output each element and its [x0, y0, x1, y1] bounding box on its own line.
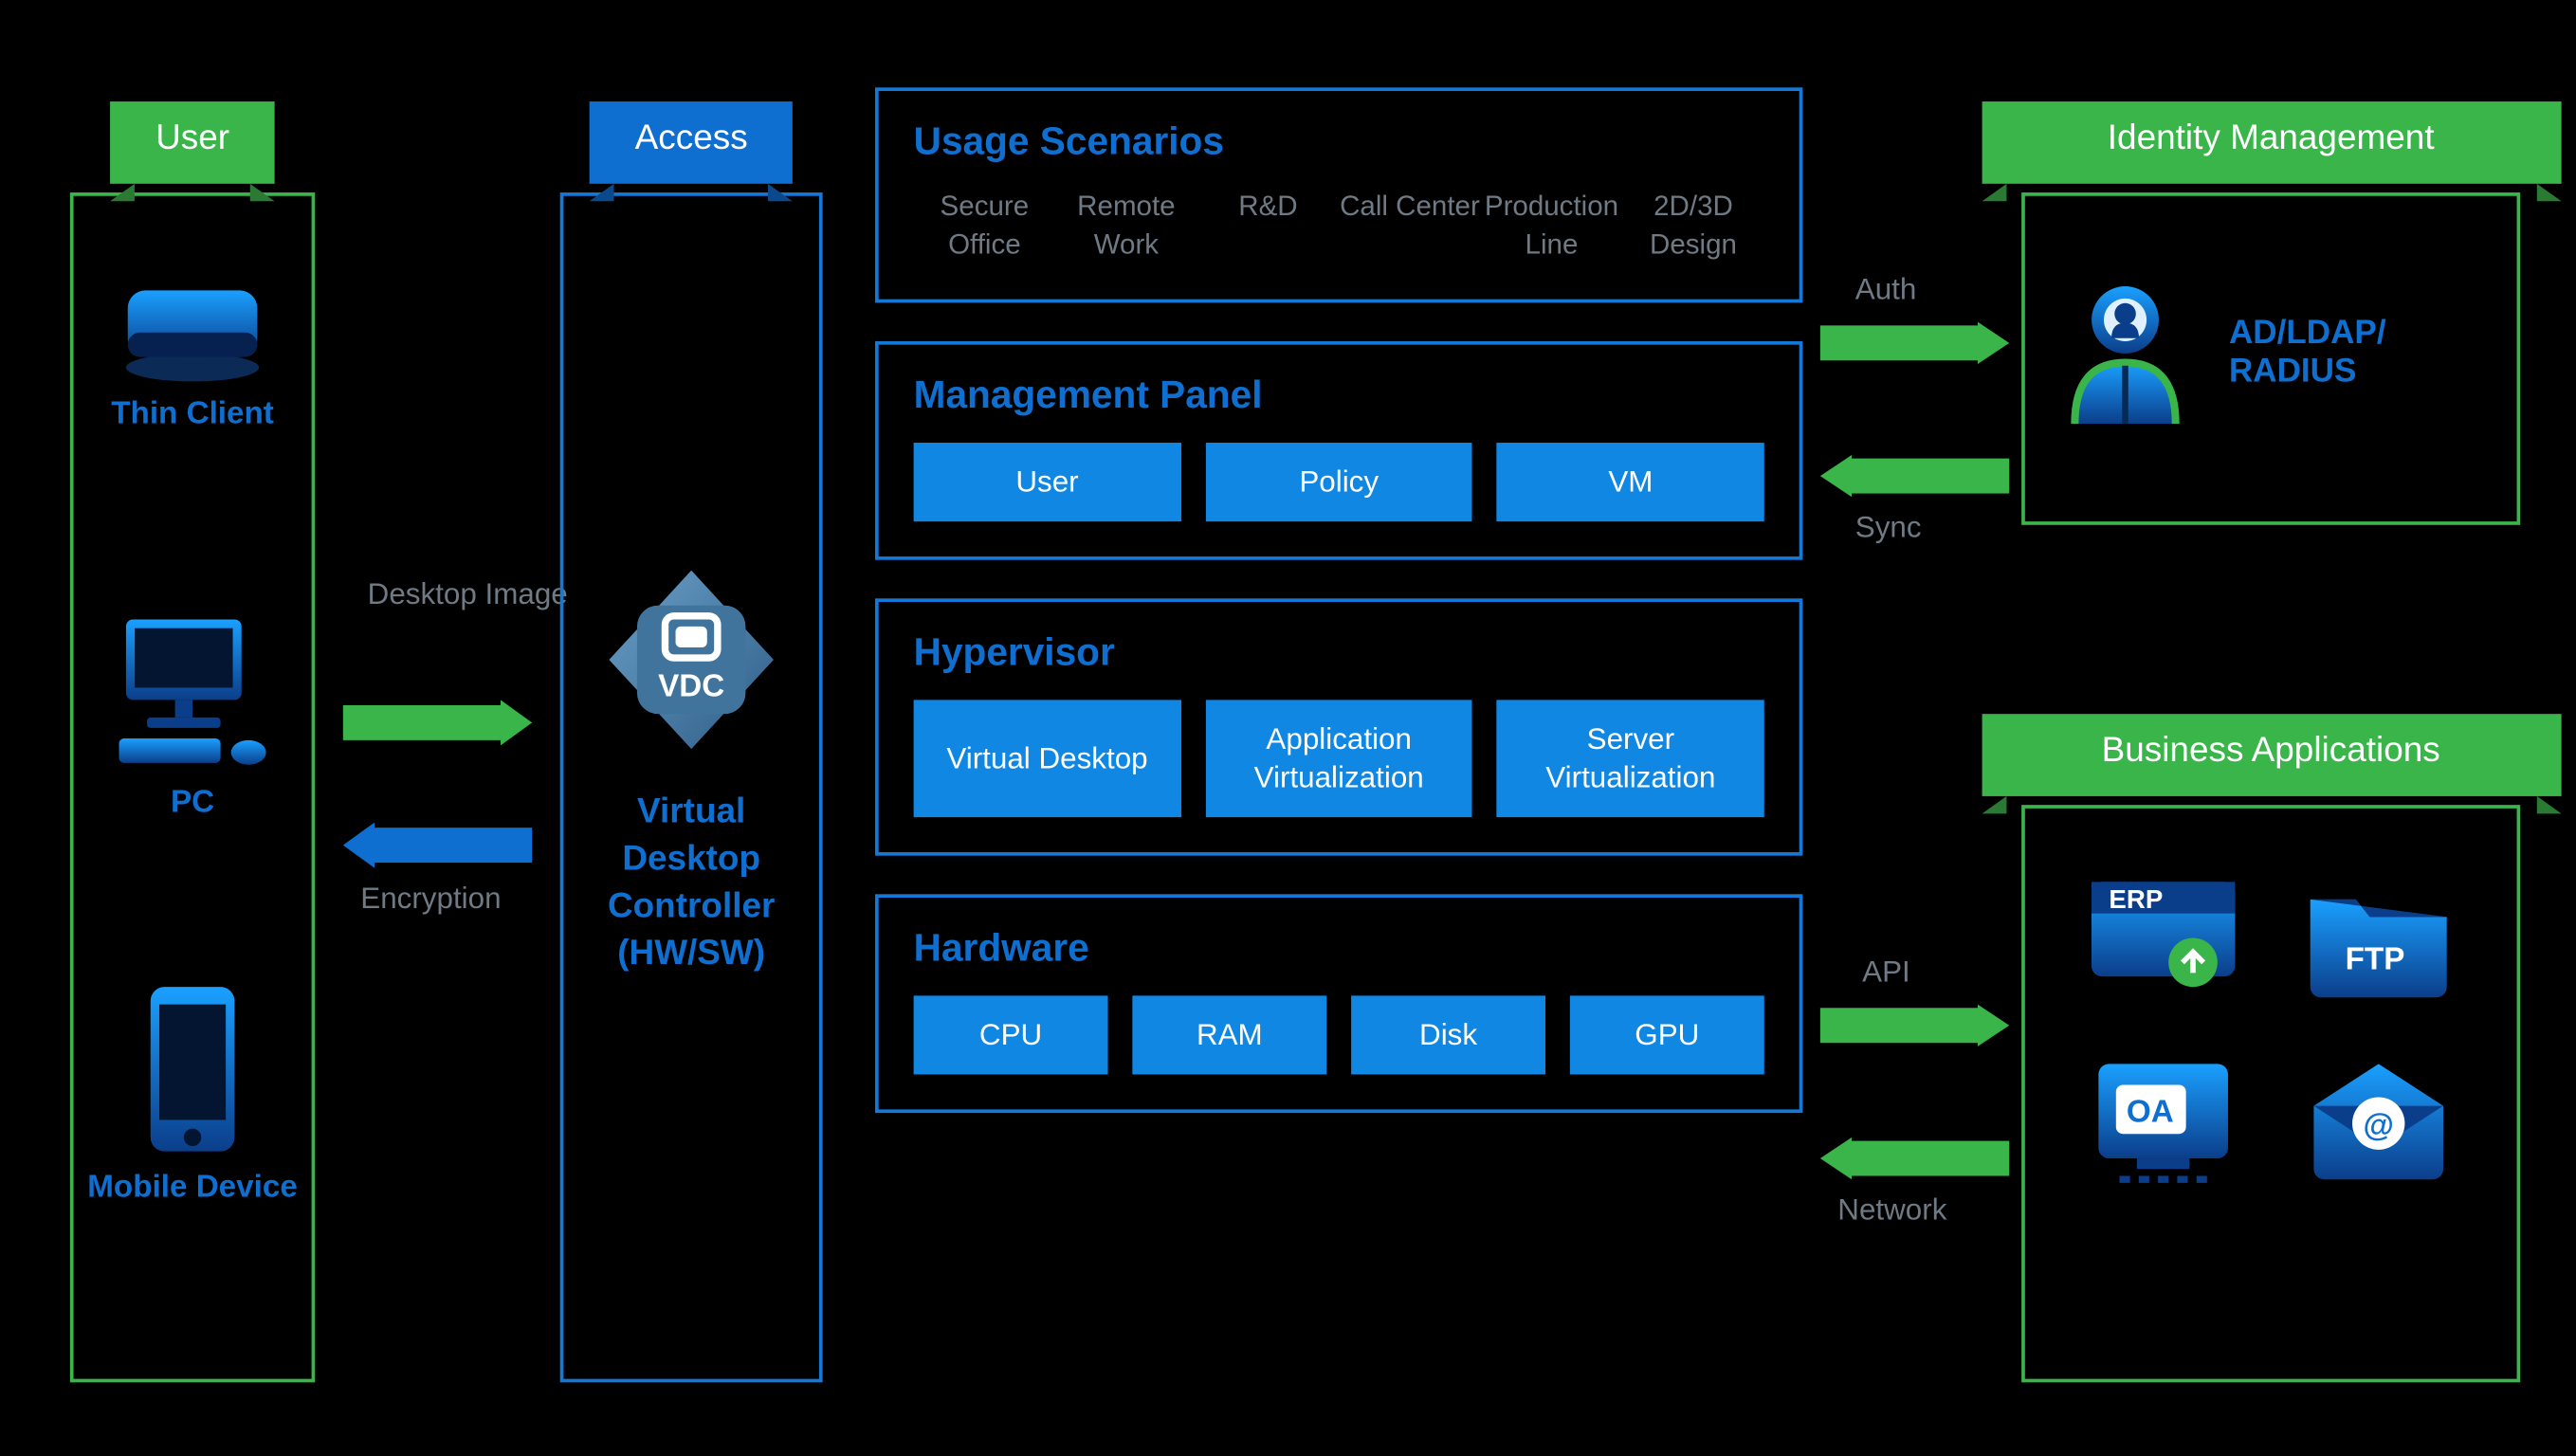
access-column: Access VDC Virtual Desktop Controller (H…: [560, 192, 823, 1382]
pc-item: PC: [74, 616, 312, 821]
network-label: Network: [1837, 1193, 1946, 1228]
vdc-label: Virtual Desktop Controller (HW/SW): [595, 790, 788, 978]
usage-item: 2D/3D Design: [1622, 189, 1764, 264]
hyp-chip-app: Application Virtualization: [1205, 701, 1472, 817]
access-header: Access: [590, 101, 794, 184]
management-panel: Management Panel User Policy VM: [875, 341, 1802, 560]
auth-arrow: [1820, 322, 2009, 364]
hardware-title: Hardware: [914, 925, 1764, 971]
usage-item: R&D: [1197, 189, 1340, 264]
idm-label: AD/LDAP/ RADIUS: [2229, 315, 2485, 391]
center-stack: Usage Scenarios Secure Office Remote Wor…: [875, 87, 1802, 1152]
oa-icon: OA: [2084, 1053, 2241, 1193]
hyp-chip-srv: Server Virtualization: [1497, 701, 1764, 817]
ftp-icon: FTP: [2300, 868, 2457, 1009]
management-panel-title: Management Panel: [914, 373, 1764, 419]
mobile-icon: [140, 983, 246, 1158]
usage-item: Call Center: [1339, 189, 1481, 264]
hw-chip-gpu: GPU: [1570, 995, 1764, 1075]
erp-icon: ERP: [2084, 868, 2241, 1009]
vdc-block: VDC Virtual Desktop Controller (HW/SW): [595, 563, 788, 978]
hyp-chip-vd: Virtual Desktop: [914, 701, 1181, 817]
desktop-image-arrow: [343, 700, 532, 745]
thin-client-label: Thin Client: [74, 395, 312, 432]
usage-scenarios-panel: Usage Scenarios Secure Office Remote Wor…: [875, 87, 1802, 302]
network-arrow: [1820, 1138, 2009, 1179]
svg-text:FTP: FTP: [2346, 942, 2405, 977]
thin-client-item: Thin Client: [74, 280, 312, 432]
business-applications-header: Business Applications: [1982, 714, 2561, 796]
encryption-arrow: [343, 823, 532, 868]
usage-item: Remote Work: [1055, 189, 1197, 264]
api-arrow: [1820, 1005, 2009, 1046]
mgmt-chip-vm: VM: [1497, 443, 1764, 522]
api-label: API: [1862, 956, 1910, 991]
thin-client-icon: [114, 280, 271, 385]
vdc-icon: VDC: [595, 563, 788, 755]
mgmt-chip-user: User: [914, 443, 1181, 522]
usage-item: Secure Office: [914, 189, 1056, 264]
hypervisor-panel: Hypervisor Virtual Desktop Application V…: [875, 599, 1802, 855]
mail-icon: @: [2300, 1053, 2457, 1193]
pc-label: PC: [74, 784, 312, 821]
identity-management-column: Identity Management AD/LDAP/ RADIUS: [2021, 192, 2520, 525]
auth-label: Auth: [1855, 273, 1917, 308]
mgmt-chip-policy: Policy: [1205, 443, 1472, 522]
user-column: User Thin Client: [70, 192, 315, 1382]
usage-scenarios-row: Secure Office Remote Work R&D Call Cente…: [914, 189, 1764, 264]
identity-management-header: Identity Management: [1982, 101, 2561, 184]
svg-text:ERP: ERP: [2109, 884, 2163, 914]
hw-chip-ram: RAM: [1132, 995, 1326, 1075]
usage-scenarios-title: Usage Scenarios: [914, 119, 1764, 165]
hypervisor-title: Hypervisor: [914, 630, 1764, 676]
hw-chip-cpu: CPU: [914, 995, 1108, 1075]
mobile-item: Mobile Device: [74, 983, 312, 1205]
business-applications-column: Business Applications ERP FTP: [2021, 805, 2520, 1382]
encryption-label: Encryption: [360, 882, 501, 917]
user-identity-icon: [2056, 266, 2194, 442]
sync-arrow: [1820, 455, 2009, 497]
user-header: User: [110, 101, 275, 184]
sync-label: Sync: [1855, 511, 1922, 546]
mobile-label: Mobile Device: [74, 1169, 312, 1206]
hardware-panel: Hardware CPU RAM Disk GPU: [875, 894, 1802, 1113]
vdc-icon-text: VDC: [658, 669, 724, 704]
usage-item: Production Line: [1481, 189, 1623, 264]
svg-text:OA: OA: [2126, 1094, 2173, 1129]
hw-chip-disk: Disk: [1351, 995, 1545, 1075]
pc-icon: [108, 616, 276, 774]
desktop-image-label: Desktop Image: [368, 577, 568, 612]
svg-text:@: @: [2364, 1108, 2394, 1143]
